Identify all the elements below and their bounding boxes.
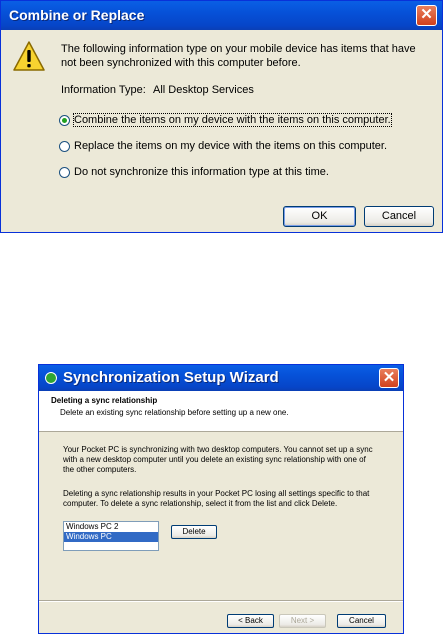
wizard-header-title: Deleting a sync relationship bbox=[51, 396, 158, 405]
wizard-cancel-button[interactable]: Cancel bbox=[337, 614, 386, 628]
close-button[interactable]: ✕ bbox=[416, 5, 437, 26]
sync-relationship-list[interactable]: Windows PC 2 Windows PC bbox=[63, 521, 159, 551]
wizard-title: Synchronization Setup Wizard bbox=[63, 369, 279, 386]
combine-or-replace-dialog: Combine or Replace ✕ The following infor… bbox=[0, 0, 443, 233]
dialog-title: Combine or Replace bbox=[9, 7, 145, 23]
footer-divider bbox=[39, 600, 403, 602]
explanation-paragraph: Your Pocket PC is synchronizing with two… bbox=[63, 445, 373, 474]
close-icon: ✕ bbox=[382, 369, 396, 386]
information-type-label: Information Type: bbox=[61, 84, 146, 96]
radio-replace-label[interactable]: Replace the items on my device with the … bbox=[74, 140, 387, 152]
back-button[interactable]: < Back bbox=[227, 614, 274, 628]
wizard-header-subtitle: Delete an existing sync relationship bef… bbox=[60, 408, 289, 417]
radio-button[interactable] bbox=[59, 166, 70, 178]
message-text: The following information type on your m… bbox=[61, 43, 416, 69]
sync-setup-wizard-dialog: Synchronization Setup Wizard ✕ Deleting … bbox=[38, 364, 404, 634]
radio-combine[interactable]: Combine the items on my device with the … bbox=[59, 112, 392, 128]
ok-button[interactable]: OK bbox=[283, 206, 356, 227]
next-button[interactable]: Next > bbox=[279, 614, 326, 628]
information-type-row: Information Type: All Desktop Services bbox=[61, 84, 254, 96]
title-bar[interactable]: Synchronization Setup Wizard ✕ bbox=[39, 365, 403, 391]
close-button[interactable]: ✕ bbox=[379, 368, 399, 388]
wizard-header: Deleting a sync relationship Delete an e… bbox=[39, 391, 403, 432]
warning-icon bbox=[13, 41, 45, 71]
radio-do-not-sync-label[interactable]: Do not synchronize this information type… bbox=[74, 166, 329, 178]
radio-button[interactable] bbox=[59, 140, 70, 152]
cancel-button[interactable]: Cancel bbox=[364, 206, 434, 227]
list-item[interactable]: Windows PC 2 bbox=[64, 522, 158, 532]
information-type-value: All Desktop Services bbox=[153, 84, 254, 96]
title-bar[interactable]: Combine or Replace ✕ bbox=[1, 1, 442, 30]
close-icon: ✕ bbox=[420, 6, 433, 23]
radio-replace[interactable]: Replace the items on my device with the … bbox=[59, 138, 387, 154]
delete-button[interactable]: Delete bbox=[171, 525, 217, 539]
instruction-paragraph: Deleting a sync relationship results in … bbox=[63, 489, 370, 508]
radio-button-selected[interactable] bbox=[59, 114, 70, 126]
list-item-selected[interactable]: Windows PC bbox=[64, 532, 158, 542]
radio-combine-label[interactable]: Combine the items on my device with the … bbox=[73, 113, 392, 127]
radio-do-not-sync[interactable]: Do not synchronize this information type… bbox=[59, 164, 329, 180]
activesync-icon bbox=[45, 372, 57, 384]
